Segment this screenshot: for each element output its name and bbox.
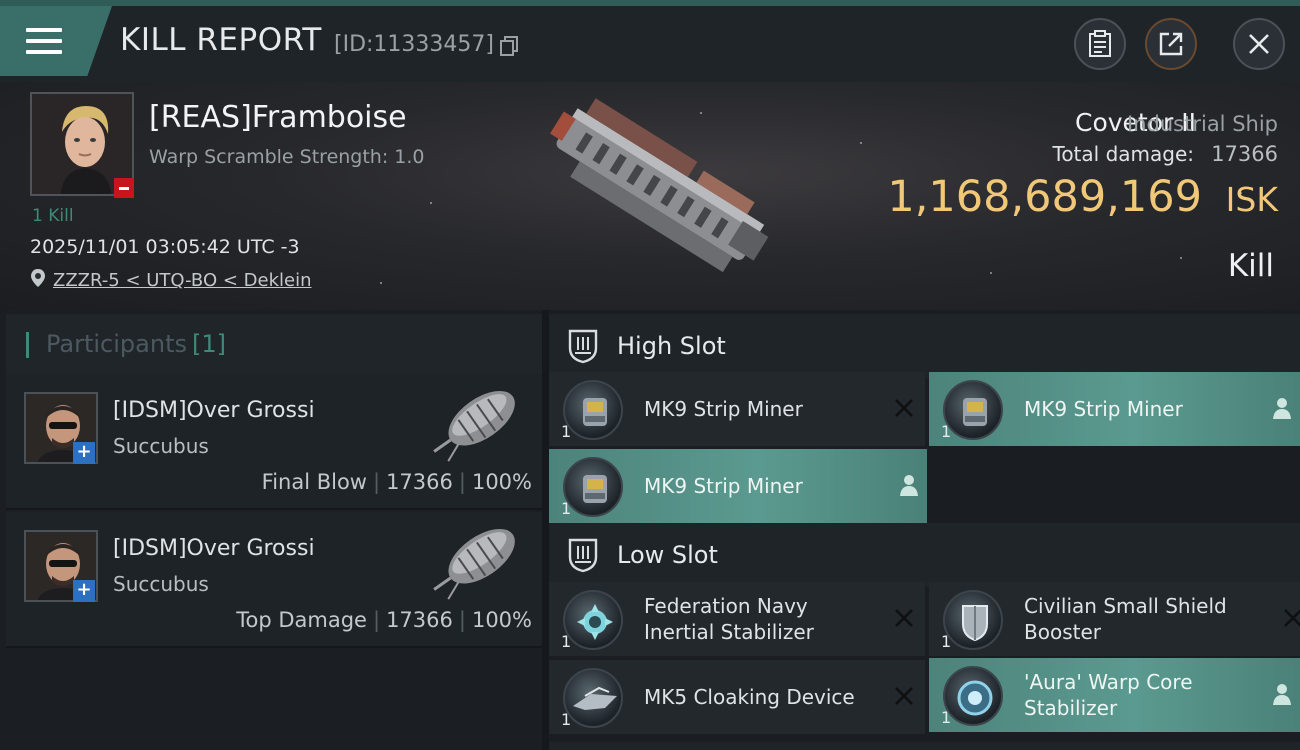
strip-miner-icon xyxy=(563,457,623,517)
destroyed-x-icon xyxy=(1284,609,1300,627)
total-damage-label: Total damage: xyxy=(1052,142,1195,166)
module-item[interactable]: 1 MK9 Strip Miner xyxy=(929,372,1300,446)
participant-percent: 100% xyxy=(471,470,532,494)
low-slot-header: Low Slot xyxy=(549,523,1300,587)
kill-type-label: Kill xyxy=(1227,248,1274,284)
module-item[interactable]: 1 Federation Navy Inertial Stabilizer xyxy=(549,582,925,656)
participants-header: Participants [1] xyxy=(6,314,542,374)
slot-shield-icon xyxy=(568,329,598,364)
module-item[interactable]: 1 MK9 Strip Miner xyxy=(549,449,927,523)
location-pin-icon xyxy=(31,269,45,287)
isk-value: 1,168,689,169 xyxy=(887,172,1202,222)
kill-location-link[interactable]: ZZZR-5 < UTQ-BO < Deklein xyxy=(53,270,312,291)
participant-ship-image xyxy=(433,528,515,600)
module-quantity: 1 xyxy=(941,422,952,441)
menu-icon xyxy=(26,28,62,56)
participants-title: Participants xyxy=(46,330,187,358)
victim-kill-count: 1 Kill xyxy=(32,206,74,226)
cloaking-device-icon xyxy=(563,668,623,728)
victim-summary: [REAS]Framboise Warp Scramble Strength: … xyxy=(0,82,1300,310)
participant-stats: Top Damage | 17366 | 100% xyxy=(236,608,532,632)
participant-stats: Final Blow | 17366 | 100% xyxy=(261,470,532,494)
high-slot-header: High Slot xyxy=(549,314,1300,378)
warp-scramble-strength: Warp Scramble Strength: 1.0 xyxy=(149,146,425,168)
shield-booster-icon xyxy=(943,590,1003,650)
close-button[interactable] xyxy=(1233,18,1285,70)
add-contact-badge[interactable]: + xyxy=(73,442,95,464)
participant-damage: 17366 xyxy=(386,470,453,494)
clipboard-icon xyxy=(1089,30,1111,57)
module-item[interactable]: 1 'Aura' Warp Core Stabilizer xyxy=(929,658,1300,732)
module-name: Federation Navy Inertial Stabilizer xyxy=(644,594,814,644)
copy-icon[interactable] xyxy=(500,36,518,56)
person-icon xyxy=(900,475,918,496)
total-damage-value: 17366 xyxy=(1211,142,1278,166)
participant-ship-image xyxy=(433,390,515,462)
high-slot-title: High Slot xyxy=(617,332,726,360)
module-name: Civilian Small Shield Booster xyxy=(1024,594,1227,644)
participant-card[interactable]: + [IDSM]Over Grossi Succubus Top Damage |… xyxy=(6,512,542,648)
remove-contact-badge[interactable] xyxy=(114,178,134,198)
add-contact-badge[interactable]: + xyxy=(73,580,95,602)
module-quantity: 1 xyxy=(561,710,572,729)
module-quantity: 1 xyxy=(561,499,572,518)
module-name: MK9 Strip Miner xyxy=(644,474,803,498)
participants-count: [1] xyxy=(192,330,226,358)
participant-name[interactable]: [IDSM]Over Grossi xyxy=(113,398,315,423)
report-id: [ID:11333457] xyxy=(334,32,494,57)
module-item[interactable]: 1 MK9 Strip Miner xyxy=(549,372,925,446)
module-quantity: 1 xyxy=(941,708,952,727)
destroyed-x-icon xyxy=(895,399,913,417)
participant-ship: Succubus xyxy=(113,572,209,596)
low-slot-title: Low Slot xyxy=(617,541,718,569)
participant-ship: Succubus xyxy=(113,434,209,458)
page-title: KILL REPORT xyxy=(120,22,322,58)
warp-core-stabilizer-icon xyxy=(943,666,1003,726)
clipboard-button[interactable] xyxy=(1074,18,1126,70)
participant-role: Final Blow xyxy=(261,470,367,494)
module-name: MK9 Strip Miner xyxy=(644,397,803,421)
module-item[interactable]: 1 MK5 Cloaking Device xyxy=(549,660,925,734)
destroyed-x-icon xyxy=(895,687,913,705)
module-quantity: 1 xyxy=(561,422,572,441)
destroyed-x-icon xyxy=(895,609,913,627)
module-quantity: 1 xyxy=(941,632,952,651)
participant-role: Top Damage xyxy=(236,608,367,632)
isk-unit: ISK xyxy=(1225,180,1278,219)
inertial-stabilizer-icon xyxy=(563,590,623,650)
next-section-stub xyxy=(549,742,1300,750)
module-quantity: 1 xyxy=(561,632,572,651)
person-icon xyxy=(1273,684,1291,705)
victim-name[interactable]: [REAS]Framboise xyxy=(149,100,407,135)
share-icon xyxy=(1159,32,1183,56)
close-icon xyxy=(1249,34,1269,54)
participant-card[interactable]: + [IDSM]Over Grossi Succubus Final Blow |… xyxy=(6,374,542,510)
victim-ship-class: Industrial Ship xyxy=(1127,112,1278,136)
person-icon xyxy=(1273,398,1291,419)
victim-ship-image xyxy=(550,98,769,273)
participant-name[interactable]: [IDSM]Over Grossi xyxy=(113,536,315,561)
module-name: 'Aura' Warp Core Stabilizer xyxy=(1024,670,1193,720)
kill-timestamp: 2025/11/01 03:05:42 UTC -3 xyxy=(30,236,300,258)
fitting-panel: High Slot 1 MK9 Strip Miner 1 MK9 Strip … xyxy=(549,310,1300,750)
share-button[interactable] xyxy=(1145,18,1197,70)
participants-panel: Participants [1] + [IDSM]Over Grossi Suc… xyxy=(0,310,542,750)
module-name: MK5 Cloaking Device xyxy=(644,685,855,709)
participant-damage: 17366 xyxy=(386,608,453,632)
participant-percent: 100% xyxy=(471,608,532,632)
strip-miner-icon xyxy=(943,380,1003,440)
module-item[interactable]: 1 Civilian Small Shield Booster xyxy=(929,582,1300,656)
module-name: MK9 Strip Miner xyxy=(1024,397,1183,421)
strip-miner-icon xyxy=(563,380,623,440)
slot-shield-icon xyxy=(568,538,598,573)
